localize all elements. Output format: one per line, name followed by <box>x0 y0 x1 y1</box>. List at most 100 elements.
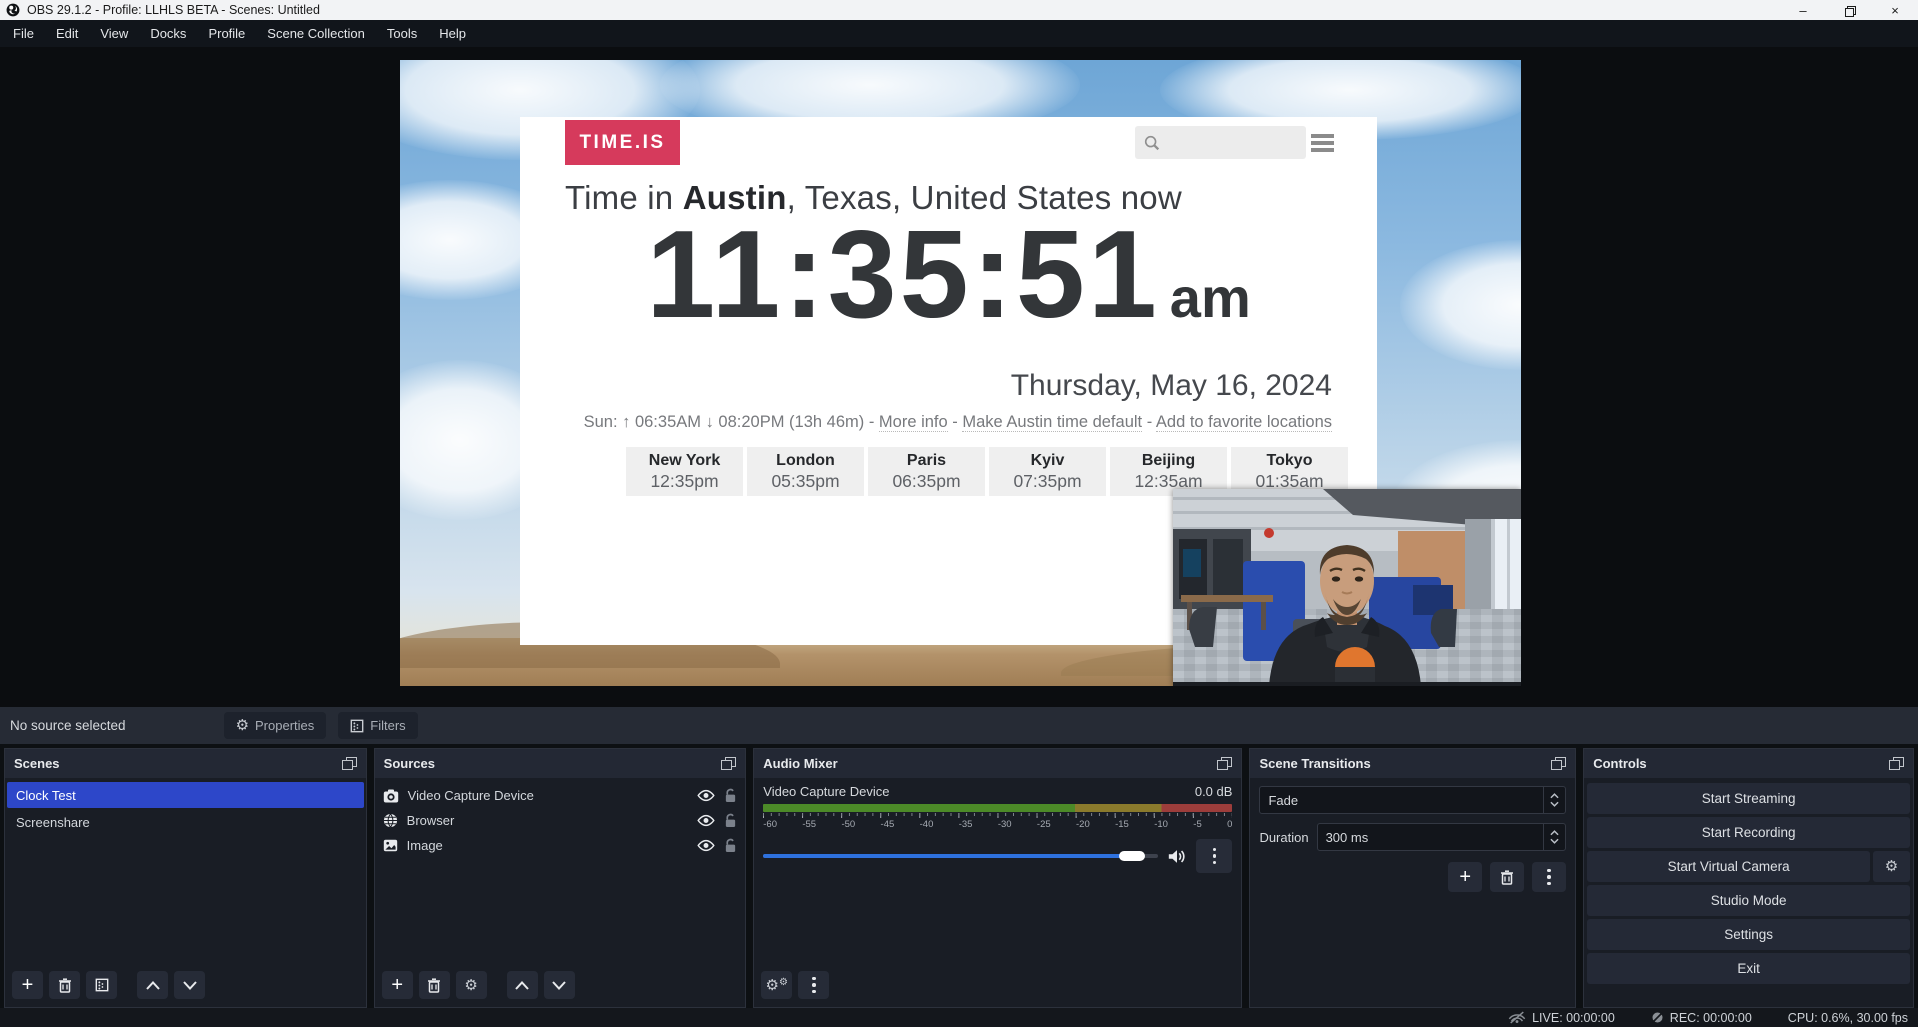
add-scene-button[interactable]: + <box>12 971 43 999</box>
more-info-link[interactable]: More info <box>879 413 948 432</box>
transitions-header[interactable]: Scene Transitions <box>1250 749 1575 778</box>
scene-transitions-panel: Scene Transitions Fade Duration <box>1249 748 1576 1008</box>
duration-spin-arrows[interactable] <box>1543 824 1565 850</box>
duration-label: Duration <box>1259 830 1308 845</box>
controls-title: Controls <box>1593 756 1889 771</box>
move-source-down-button[interactable] <box>544 971 575 999</box>
scene-filters-button[interactable] <box>86 971 117 999</box>
duration-spinbox[interactable]: 300 ms <box>1317 823 1567 851</box>
volume-slider-handle[interactable] <box>1119 851 1145 861</box>
start-recording-button[interactable]: Start Recording <box>1587 817 1910 848</box>
make-default-link[interactable]: Make Austin time default <box>962 413 1142 432</box>
source-item-image[interactable]: Image <box>375 833 746 858</box>
chevron-up-icon <box>1550 830 1559 836</box>
move-scene-down-button[interactable] <box>174 971 205 999</box>
filters-button[interactable]: Filters <box>338 712 417 739</box>
remove-transition-button[interactable] <box>1490 862 1524 892</box>
live-timer: LIVE: 00:00:00 <box>1532 1011 1615 1025</box>
preview-area[interactable]: TIME.IS Time in Austin, Texas, United St… <box>0 47 1918 707</box>
menu-tools[interactable]: Tools <box>376 20 428 47</box>
obs-window: OBS 29.1.2 - Profile: LLHLS BETA - Scene… <box>0 0 1918 1027</box>
hamburger-menu-icon[interactable] <box>1311 132 1334 154</box>
menu-scene-collection[interactable]: Scene Collection <box>256 20 376 47</box>
lock-icon[interactable] <box>724 813 737 828</box>
chevron-up-icon <box>146 981 160 990</box>
visibility-eye-icon[interactable] <box>697 789 715 802</box>
transition-select-arrows[interactable] <box>1543 787 1565 813</box>
properties-button[interactable]: ⚙ Properties <box>224 712 327 739</box>
menu-help[interactable]: Help <box>428 20 477 47</box>
visibility-eye-icon[interactable] <box>697 814 715 827</box>
menu-edit[interactable]: Edit <box>45 20 89 47</box>
lock-icon[interactable] <box>724 788 737 803</box>
filter-icon <box>350 719 364 733</box>
menu-view[interactable]: View <box>89 20 139 47</box>
virtual-camera-settings-button[interactable]: ⚙ <box>1873 851 1910 882</box>
move-scene-up-button[interactable] <box>137 971 168 999</box>
move-source-up-button[interactable] <box>507 971 538 999</box>
timeis-date: Thursday, May 16, 2024 <box>1011 369 1332 403</box>
settings-button[interactable]: Settings <box>1587 919 1910 950</box>
remove-source-button[interactable] <box>419 971 450 999</box>
timeis-logo: TIME.IS <box>565 120 680 165</box>
chevron-up-icon <box>1550 793 1559 799</box>
speaker-icon[interactable] <box>1167 848 1187 865</box>
add-favorite-link[interactable]: Add to favorite locations <box>1156 413 1332 432</box>
menu-file[interactable]: File <box>2 20 45 47</box>
popout-icon[interactable] <box>1551 757 1566 770</box>
transition-select[interactable]: Fade <box>1259 786 1566 814</box>
double-gear-icon: ⚙⚙ <box>766 978 788 993</box>
trash-icon <box>58 978 72 993</box>
close-button[interactable]: × <box>1872 0 1918 20</box>
remove-scene-button[interactable] <box>49 971 80 999</box>
gear-icon: ⚙ <box>464 978 477 993</box>
volume-slider[interactable] <box>763 851 1158 861</box>
advanced-audio-button[interactable]: ⚙⚙ <box>761 971 792 999</box>
city-card-paris[interactable]: Paris06:35pm <box>868 447 985 496</box>
restore-button[interactable] <box>1826 0 1872 20</box>
transitions-title: Scene Transitions <box>1259 756 1551 771</box>
source-item-video-capture[interactable]: Video Capture Device <box>375 783 746 808</box>
meter-scale-labels: -60-55-50-45-40-35-30-25-20-15-10-50 <box>763 819 1232 830</box>
minimize-button[interactable]: – <box>1780 0 1826 20</box>
source-item-browser[interactable]: Browser <box>375 808 746 833</box>
audio-mixer-header[interactable]: Audio Mixer <box>754 749 1241 778</box>
chevron-down-icon <box>183 981 197 990</box>
sources-toolbar: + ⚙ <box>375 965 746 1007</box>
camera-icon <box>383 789 399 803</box>
menu-docks[interactable]: Docks <box>139 20 197 47</box>
gear-icon: ⚙ <box>1885 859 1898 874</box>
add-source-button[interactable]: + <box>382 971 413 999</box>
popout-icon[interactable] <box>721 757 736 770</box>
mixer-channel-menu-button[interactable] <box>1196 839 1232 873</box>
popout-icon[interactable] <box>1889 757 1904 770</box>
scenes-header[interactable]: Scenes <box>5 749 366 778</box>
transition-properties-button[interactable] <box>1532 862 1566 892</box>
mixer-menu-button[interactable] <box>798 971 829 999</box>
webcam-video-source[interactable] <box>1173 489 1521 686</box>
gear-icon: ⚙ <box>236 718 249 733</box>
controls-panel: Controls Start Streaming Start Recording… <box>1583 748 1914 1008</box>
menu-profile[interactable]: Profile <box>197 20 256 47</box>
city-card-london[interactable]: London05:35pm <box>747 447 864 496</box>
add-transition-button[interactable]: + <box>1448 862 1482 892</box>
scene-item-clock-test[interactable]: Clock Test <box>7 782 364 808</box>
popout-icon[interactable] <box>342 757 357 770</box>
controls-header[interactable]: Controls <box>1584 749 1913 778</box>
sources-header[interactable]: Sources <box>375 749 746 778</box>
city-card-newyork[interactable]: New York12:35pm <box>626 447 743 496</box>
lock-icon[interactable] <box>724 838 737 853</box>
scene-item-screenshare[interactable]: Screenshare <box>7 809 364 835</box>
popout-icon[interactable] <box>1217 757 1232 770</box>
exit-button[interactable]: Exit <box>1587 953 1910 984</box>
timeis-search-box[interactable] <box>1135 126 1306 159</box>
studio-mode-button[interactable]: Studio Mode <box>1587 885 1910 916</box>
visibility-eye-icon[interactable] <box>697 839 715 852</box>
webcam-scene <box>1173 489 1521 686</box>
source-properties-button[interactable]: ⚙ <box>456 971 487 999</box>
start-virtual-camera-button[interactable]: Start Virtual Camera <box>1587 851 1870 882</box>
scene-canvas[interactable]: TIME.IS Time in Austin, Texas, United St… <box>400 60 1521 686</box>
filter-icon <box>95 978 109 992</box>
start-streaming-button[interactable]: Start Streaming <box>1587 783 1910 814</box>
city-card-kyiv[interactable]: Kyiv07:35pm <box>989 447 1106 496</box>
